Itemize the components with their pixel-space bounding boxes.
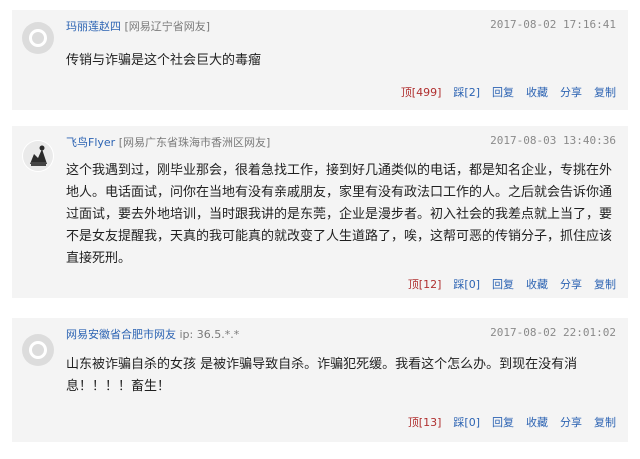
user-location: [网易辽宁省网友] [124, 20, 211, 33]
copy-button[interactable]: 复制 [594, 416, 616, 429]
reply-button[interactable]: 回复 [492, 86, 514, 99]
favorite-button[interactable]: 收藏 [526, 86, 548, 99]
timestamp: 2017-08-02 22:01:02 [490, 326, 616, 339]
share-button[interactable]: 分享 [560, 86, 582, 99]
default-avatar-icon [29, 29, 47, 47]
upvote-button[interactable]: 顶[12] [408, 278, 442, 291]
share-button[interactable]: 分享 [560, 278, 582, 291]
timestamp: 2017-08-03 13:40:36 [490, 134, 616, 147]
upvote-button[interactable]: 顶[499] [401, 86, 442, 99]
upvote-button[interactable]: 顶[13] [408, 416, 442, 429]
copy-button[interactable]: 复制 [594, 86, 616, 99]
timestamp: 2017-08-02 17:16:41 [490, 18, 616, 31]
comment-meta: 玛丽莲赵四 [网易辽宁省网友] [66, 18, 210, 34]
comment-actions: 顶[499] 踩[2] 回复 收藏 分享 复制 [389, 84, 616, 100]
user-location: [网易广东省珠海市香洲区网友] [118, 136, 271, 149]
comment-card: 网易安徽省合肥市网友 ip: 36.5.*.* 2017-08-02 22:01… [12, 318, 628, 442]
reply-button[interactable]: 回复 [492, 278, 514, 291]
avatar[interactable] [22, 22, 54, 54]
comment-text: 山东被诈骗自杀的女孩 是被诈骗导致自杀。诈骗犯死缓。我看这个怎么办。到现在没有消… [66, 357, 578, 394]
comment-text: 传销与诈骗是这个社会巨大的毒瘤 [66, 53, 262, 68]
user-avatar-icon [23, 141, 53, 171]
downvote-button[interactable]: 踩[2] [453, 86, 480, 99]
downvote-button[interactable]: 踩[0] [453, 278, 480, 291]
favorite-button[interactable]: 收藏 [526, 278, 548, 291]
comment-text: 这个我遇到过，刚毕业那会，很着急找工作，接到好几通类似的电话，都是知名企业，专挑… [66, 163, 613, 266]
username[interactable]: 网易安徽省合肥市网友 [66, 328, 176, 341]
username[interactable]: 飞鸟Flyer [66, 136, 115, 149]
comment-card: 玛丽莲赵四 [网易辽宁省网友] 2017-08-02 17:16:41 传销与诈… [12, 10, 628, 110]
reply-button[interactable]: 回复 [492, 416, 514, 429]
comment-card: 飞鸟Flyer [网易广东省珠海市香洲区网友] 2017-08-03 13:40… [12, 126, 628, 298]
downvote-button[interactable]: 踩[0] [453, 416, 480, 429]
favorite-button[interactable]: 收藏 [526, 416, 548, 429]
default-avatar-icon [29, 341, 47, 359]
comment-actions: 顶[12] 踩[0] 回复 收藏 分享 复制 [396, 276, 616, 292]
comment-actions: 顶[13] 踩[0] 回复 收藏 分享 复制 [396, 414, 616, 430]
avatar[interactable] [22, 140, 54, 172]
avatar[interactable] [22, 334, 54, 366]
username[interactable]: 玛丽莲赵四 [66, 20, 121, 33]
user-location: ip: 36.5.*.* [179, 328, 240, 341]
copy-button[interactable]: 复制 [594, 278, 616, 291]
comment-meta: 飞鸟Flyer [网易广东省珠海市香洲区网友] [66, 134, 270, 150]
share-button[interactable]: 分享 [560, 416, 582, 429]
comment-meta: 网易安徽省合肥市网友 ip: 36.5.*.* [66, 326, 239, 342]
